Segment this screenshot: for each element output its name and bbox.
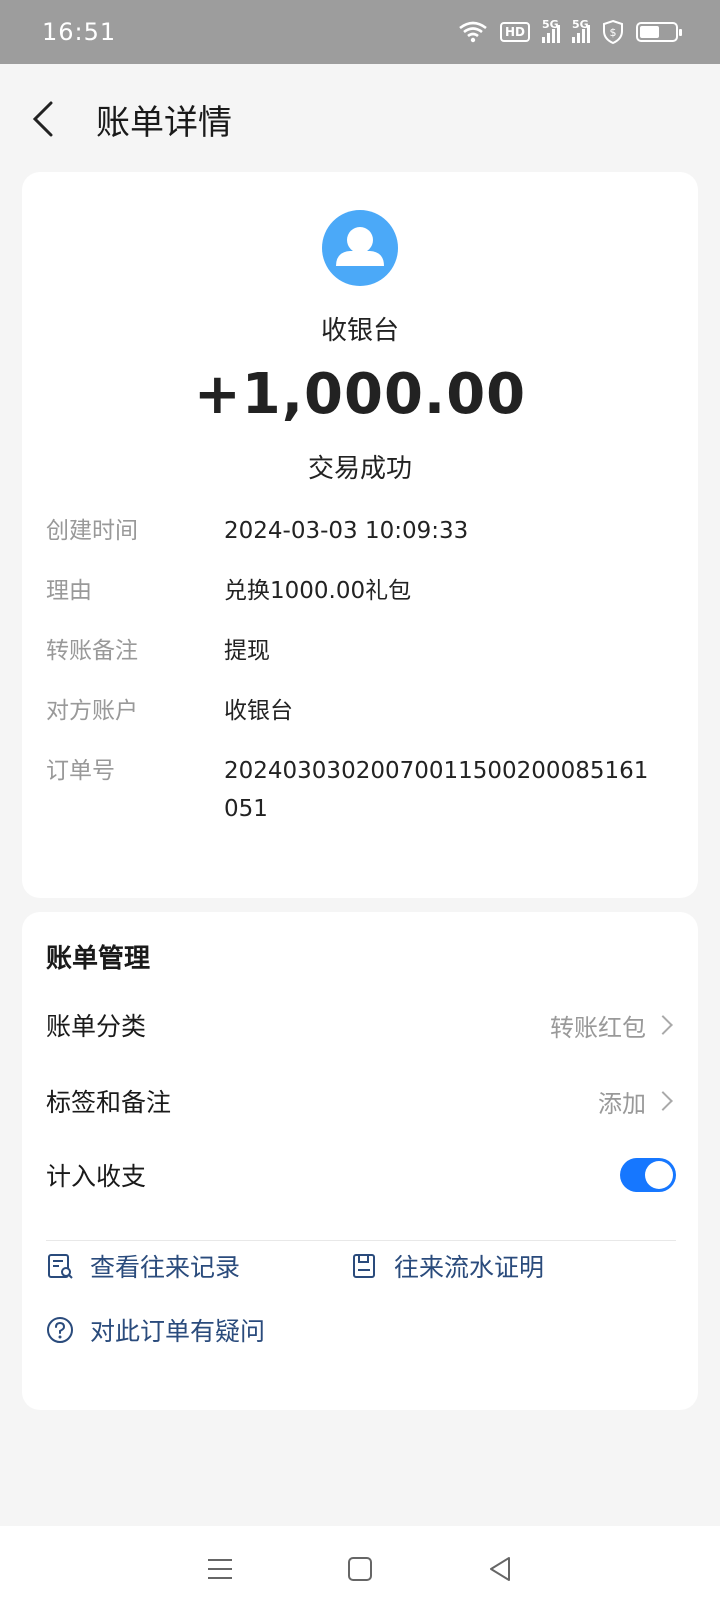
question-circle-icon: [46, 1316, 74, 1344]
avatar: [322, 210, 398, 286]
transaction-amount: +1,000.00: [193, 362, 527, 427]
view-history-label: 查看往来记录: [90, 1253, 241, 1282]
chevron-right-icon: [653, 1091, 673, 1111]
detail-label: 订单号: [46, 758, 115, 784]
bill-category-value: 转账红包: [550, 1013, 646, 1042]
payee-name: 收银台: [320, 316, 399, 346]
detail-value: 收银台: [224, 698, 293, 724]
system-nav-bar: [0, 1526, 720, 1612]
status-time: 16:51: [42, 18, 117, 46]
battery-level: [640, 26, 659, 38]
tags-notes-label: 标签和备注: [46, 1088, 172, 1117]
order-number[interactable]: 20240303020070011500200085161051: [224, 752, 654, 828]
hd-icon: HD: [499, 22, 530, 42]
menu-button[interactable]: [200, 1549, 240, 1589]
detail-label: 转账备注: [46, 638, 138, 664]
bill-management-card: 账单管理 账单分类 转账红包 标签和备注 添加 计入收支 查看往来记录 往来流水…: [22, 912, 698, 1410]
toggle-knob: [645, 1161, 673, 1189]
order-question-label: 对此订单有疑问: [90, 1317, 266, 1346]
include-in-budget-toggle[interactable]: [620, 1158, 676, 1192]
detail-value: 兑换1000.00礼包: [224, 578, 412, 604]
signal-label: 5G: [572, 18, 589, 31]
back-triangle-icon: [490, 1557, 510, 1581]
signal-icon: 5G: [572, 18, 590, 43]
transaction-proof-link[interactable]: 往来流水证明: [350, 1236, 544, 1296]
detail-row-order-number: 订单号 20240303020070011500200085161051: [46, 752, 676, 828]
svg-text:$: $: [610, 26, 617, 39]
record-search-icon: [46, 1252, 74, 1280]
detail-value: 2024-03-03 10:09:33: [224, 518, 469, 544]
signal-label: 5G: [542, 18, 559, 31]
home-square-icon: [348, 1557, 372, 1581]
bill-category-label: 账单分类: [46, 1012, 147, 1041]
include-in-budget-label: 计入收支: [46, 1162, 147, 1191]
tags-notes-row[interactable]: 标签和备注 添加: [46, 1076, 676, 1126]
battery-icon: [636, 22, 682, 42]
back-arrow-icon: [32, 101, 53, 137]
transaction-status: 交易成功: [307, 454, 412, 484]
detail-label: 创建时间: [46, 518, 138, 544]
detail-row-remark: 转账备注 提现: [46, 632, 676, 670]
detail-row-counterparty: 对方账户 收银台: [46, 692, 676, 730]
signal-icon: 5G: [542, 18, 560, 43]
order-question-link[interactable]: 对此订单有疑问: [46, 1300, 265, 1360]
wifi-icon: [458, 20, 488, 44]
document-icon: [350, 1252, 378, 1280]
home-button[interactable]: [340, 1549, 380, 1589]
detail-row-reason: 理由 兑换1000.00礼包: [46, 572, 676, 610]
chevron-right-icon: [653, 1015, 673, 1035]
bill-category-row[interactable]: 账单分类 转账红包: [46, 1000, 676, 1050]
tags-notes-value: 添加: [598, 1089, 646, 1118]
menu-icon: [208, 1559, 232, 1579]
detail-label: 理由: [46, 578, 92, 604]
app-header: 账单详情: [0, 64, 720, 174]
back-button[interactable]: [22, 99, 62, 139]
transaction-card: 收银台 +1,000.00 交易成功 创建时间 2024-03-03 10:09…: [22, 172, 698, 898]
detail-row-created-time: 创建时间 2024-03-03 10:09:33: [46, 512, 676, 550]
view-history-link[interactable]: 查看往来记录: [46, 1236, 240, 1296]
user-icon: [336, 227, 384, 266]
section-title: 账单管理: [46, 944, 151, 974]
status-icons: HD 5G 5G $: [458, 18, 682, 45]
page-title: 账单详情: [96, 102, 232, 143]
detail-label: 对方账户: [46, 698, 138, 724]
back-nav-button[interactable]: [480, 1549, 520, 1589]
include-in-budget-row: 计入收支: [46, 1150, 676, 1200]
shield-dollar-icon: $: [602, 19, 624, 45]
detail-value: 提现: [224, 638, 270, 664]
transaction-proof-label: 往来流水证明: [394, 1253, 545, 1282]
status-bar: 16:51 HD 5G 5G $: [0, 0, 720, 64]
